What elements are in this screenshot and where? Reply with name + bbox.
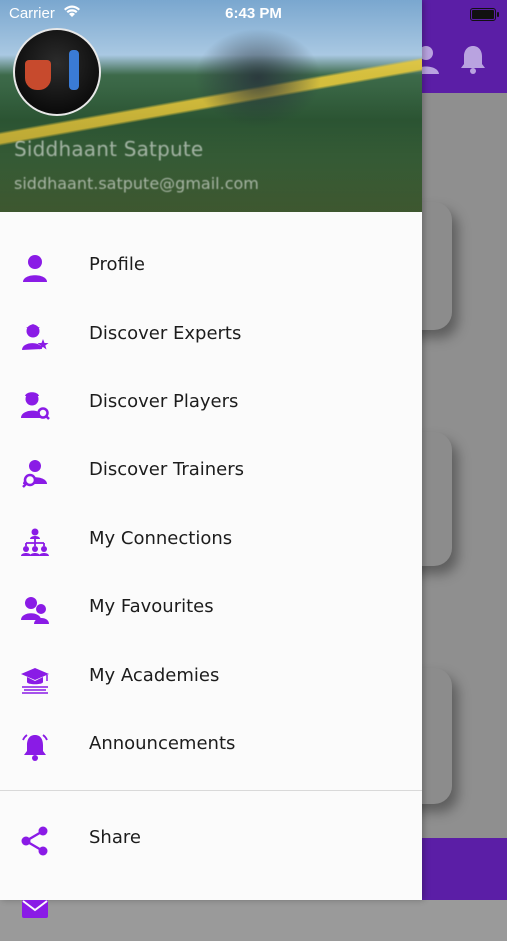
- menu-item-contact[interactable]: [0, 873, 422, 941]
- player-search-icon: [20, 390, 50, 420]
- avatar[interactable]: [13, 28, 101, 116]
- menu-item-label: Discover Trainers: [89, 459, 245, 480]
- expert-star-icon: [20, 322, 50, 352]
- menu-item-discover-experts[interactable]: Discover Experts: [0, 301, 422, 369]
- menu-item-label: Share: [89, 827, 141, 848]
- notification-bell-icon[interactable]: [459, 44, 487, 78]
- user-name: Siddhaant Satpute: [14, 137, 204, 161]
- menu-item-profile[interactable]: Profile: [0, 232, 422, 300]
- bell-icon: [20, 732, 50, 762]
- status-time: 6:43 PM: [225, 5, 282, 22]
- navigation-drawer: Siddhaant Satpute siddhaant.satpute@gmai…: [0, 0, 422, 918]
- drawer-header: Siddhaant Satpute siddhaant.satpute@gmai…: [0, 0, 422, 212]
- status-bar: Carrier 6:43 PM: [0, 0, 507, 28]
- trainer-search-icon: [20, 458, 50, 488]
- menu-item-my-connections[interactable]: My Connections: [0, 506, 422, 574]
- menu-item-label: Announcements: [89, 733, 236, 754]
- connections-icon: [20, 527, 50, 557]
- menu-item-label: Discover Players: [89, 391, 239, 412]
- menu-item-label: My Favourites: [89, 596, 214, 617]
- mail-icon: [20, 894, 50, 924]
- menu-item-my-academies[interactable]: My Academies: [0, 643, 422, 711]
- person-icon: [20, 253, 50, 283]
- battery-icon: [470, 8, 499, 21]
- menu-item-label: My Connections: [89, 528, 233, 549]
- academy-icon: [20, 664, 50, 694]
- menu-item-label: Discover Experts: [89, 323, 242, 344]
- menu-item-label: Profile: [89, 254, 145, 275]
- menu-divider: [0, 790, 422, 791]
- menu-item-announcements[interactable]: Announcements: [0, 711, 422, 779]
- menu-item-share[interactable]: Share: [0, 805, 422, 873]
- menu-item-label: My Academies: [89, 665, 220, 686]
- favourites-icon: [20, 595, 50, 625]
- menu-item-discover-trainers[interactable]: Discover Trainers: [0, 437, 422, 505]
- user-email: siddhaant.satpute@gmail.com: [14, 174, 259, 193]
- share-icon: [20, 826, 50, 856]
- menu-item-my-favourites[interactable]: My Favourites: [0, 574, 422, 642]
- menu-item-discover-players[interactable]: Discover Players: [0, 369, 422, 437]
